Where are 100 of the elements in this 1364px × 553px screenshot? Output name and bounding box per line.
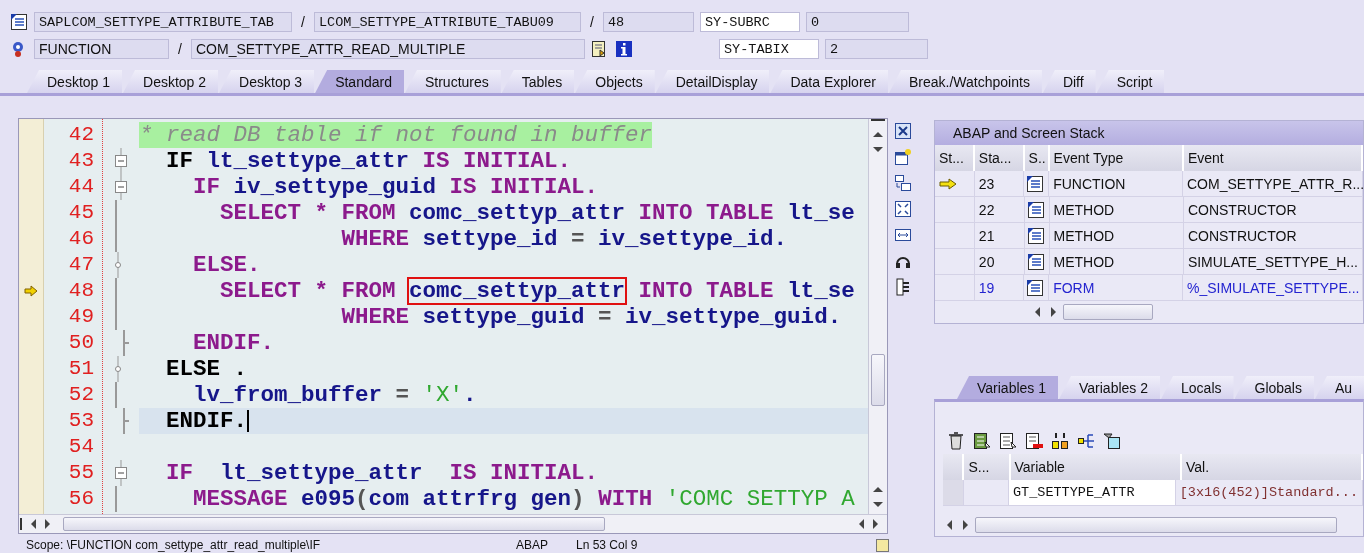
column-header[interactable]: St... — [935, 145, 975, 171]
tab[interactable]: Data Explorer — [770, 70, 888, 93]
tab[interactable]: Desktop 1 — [27, 70, 123, 93]
scope-text: Scope: \FUNCTION com_settype_attr_read_multiple\IF — [26, 538, 322, 553]
tab[interactable]: Variables 2 — [1059, 376, 1161, 399]
collapse-icon[interactable] — [115, 174, 127, 200]
tab[interactable]: Script — [1096, 70, 1165, 93]
delete-icon[interactable] — [947, 432, 965, 450]
column-header[interactable]: Event — [1183, 145, 1363, 171]
code-line: ELSE. — [192, 252, 262, 278]
table-row[interactable]: GT_SETTYPE_ATTR [3x16(452)]Standard... — [943, 480, 1363, 506]
code-line: ELSE . — [165, 356, 249, 382]
line-number: 48 — [67, 278, 95, 304]
tab[interactable]: Locals — [1161, 376, 1234, 399]
program-field: SAPLCOM_SETTYPE_ATTRIBUTE_TAB — [34, 12, 292, 32]
scroll-top-icon[interactable] — [870, 119, 887, 123]
table-cell: 22 — [974, 197, 1025, 222]
panel-title: ABAP and Screen Stack — [935, 121, 1363, 145]
include-field: LCOM_SETTYPE_ATTRIBUTE_TABU09 — [314, 12, 581, 32]
line-number: 53 — [67, 408, 95, 434]
line-number: 45 — [67, 200, 95, 226]
tab[interactable]: Break./Watchpoints — [889, 70, 1042, 93]
table-cell: METHOD — [1049, 197, 1184, 222]
code-line: lv_from_buffer = 'X'. — [192, 382, 478, 408]
code-line: SELECT * FROM comc_settyp_attr INTO TABLE lt_se — [219, 278, 856, 304]
list-icon — [1026, 200, 1045, 219]
column-header[interactable]: S.. — [1024, 145, 1050, 171]
tab[interactable]: Au — [1314, 376, 1364, 399]
resize-icon[interactable] — [894, 226, 913, 244]
list-icon — [1026, 174, 1045, 193]
table-row[interactable]: 23 FUNCTION COM_SETTYPE_ATTR_R... — [935, 171, 1363, 197]
close-icon[interactable] — [894, 122, 913, 140]
language-text: ABAP — [516, 538, 549, 553]
filter-icon[interactable] — [1103, 432, 1121, 450]
list-select-icon[interactable] — [973, 432, 991, 450]
event-type-field: FUNCTION — [34, 39, 169, 59]
table-cell: GT_SETTYPE_ATTR — [1009, 480, 1176, 505]
table-row[interactable]: 22 METHOD CONSTRUCTOR — [935, 197, 1363, 223]
code-line: WHERE settype_guid = iv_settype_guid. — [340, 304, 843, 330]
hierarchy-icon[interactable] — [1077, 432, 1095, 450]
scroll-thumb[interactable] — [975, 517, 1337, 533]
maximize-icon[interactable] — [894, 200, 913, 218]
line-number: 47 — [67, 252, 95, 278]
scroll-thumb[interactable] — [1063, 304, 1153, 320]
column-header[interactable]: Event Type — [1049, 145, 1184, 171]
system-field-value: 0 — [806, 12, 909, 32]
list-remove-icon[interactable] — [1025, 432, 1043, 450]
table-row[interactable]: 19 FORM %_SIMULATE_SETTYPE... — [935, 275, 1363, 301]
tab[interactable]: Standard — [315, 70, 404, 93]
line-number: 44 — [67, 174, 95, 200]
tab[interactable]: Objects — [575, 70, 655, 93]
column-header[interactable]: Sta... — [974, 145, 1025, 171]
info-icon[interactable] — [615, 40, 633, 58]
table-cell: FUNCTION — [1049, 171, 1183, 196]
line-number: 52 — [67, 382, 95, 408]
table-row[interactable]: 20 METHOD SIMULATE_SETTYPE_H... — [935, 249, 1363, 275]
table-row[interactable]: 21 METHOD CONSTRUCTOR — [935, 223, 1363, 249]
table-cell: CONSTRUCTOR — [1183, 197, 1363, 222]
code-line: IF iv_settype_guid IS INITIAL. — [192, 174, 600, 200]
line-number: 55 — [67, 460, 95, 486]
code-line: WHERE settype_id = iv_settype_id. — [340, 226, 789, 252]
tab[interactable]: Diff — [1042, 70, 1096, 93]
code-line: MESSAGE e095(com attrfrg gen) WITH 'COMC SETTYP A — [192, 486, 856, 512]
table-cell: METHOD — [1049, 223, 1184, 248]
table-cell: 19 — [974, 275, 1025, 300]
tab[interactable]: Tables — [501, 70, 575, 93]
collapse-icon[interactable] — [115, 460, 127, 486]
list-icon[interactable] — [999, 432, 1017, 450]
tab[interactable]: Desktop 3 — [219, 70, 315, 93]
line-number: 51 — [67, 356, 95, 382]
collapse-icon[interactable] — [115, 148, 127, 174]
tab[interactable]: Desktop 2 — [123, 70, 219, 93]
swap-windows-icon[interactable] — [894, 174, 913, 192]
cursor-position: Ln 53 Col 9 — [576, 538, 639, 553]
line-number: 56 — [67, 486, 95, 512]
table-cell: COM_SETTYPE_ATTR_R... — [1183, 171, 1363, 196]
tab[interactable]: Structures — [404, 70, 501, 93]
table-cell: 20 — [974, 249, 1025, 274]
columns-icon[interactable] — [1051, 432, 1069, 450]
code-line: ENDIF. — [192, 330, 276, 356]
line-number: 42 — [67, 122, 95, 148]
scroll-thumb[interactable] — [871, 353, 886, 406]
tab[interactable]: Variables 1 — [957, 376, 1058, 399]
separator-slash: / — [589, 14, 595, 30]
list-icon — [1026, 226, 1045, 245]
scroll-thumb[interactable] — [63, 517, 605, 531]
code-line: SELECT * FROM comc_settyp_attr INTO TABLE lt_se — [219, 200, 856, 226]
tab[interactable]: Globals — [1234, 376, 1314, 399]
line-number: 43 — [67, 148, 95, 174]
list-icon — [10, 13, 28, 31]
column-header[interactable]: Val. — [1182, 454, 1363, 480]
list-icon — [1026, 278, 1045, 297]
line-number: 50 — [67, 330, 95, 356]
new-window-icon[interactable] — [894, 148, 913, 166]
code-line: IF lt_settype_attr IS INITIAL. — [165, 460, 600, 486]
notes-icon[interactable] — [876, 539, 889, 552]
tab[interactable]: DetailDisplay — [655, 70, 770, 93]
line-number: 49 — [67, 304, 95, 330]
line-number: 54 — [67, 434, 95, 460]
current-line-highlight: ENDIF. — [139, 408, 869, 434]
